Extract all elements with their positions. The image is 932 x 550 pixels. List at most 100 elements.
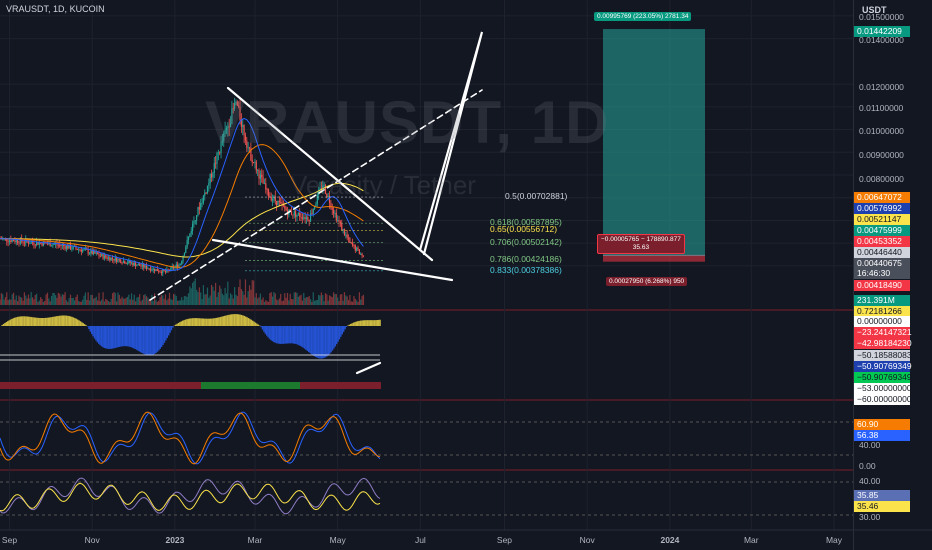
squeeze-cell bbox=[351, 382, 354, 389]
volume-bar bbox=[318, 294, 320, 305]
candle-body bbox=[60, 244, 62, 246]
squeeze-cell bbox=[228, 382, 231, 389]
volume-bar bbox=[308, 296, 310, 305]
squeeze-cell bbox=[171, 382, 174, 389]
momentum-bar bbox=[99, 326, 101, 346]
momentum-histogram bbox=[1, 314, 381, 359]
volume-bar bbox=[83, 295, 85, 305]
squeeze-cell bbox=[243, 382, 246, 389]
candle-body bbox=[11, 239, 13, 242]
candle-body bbox=[106, 257, 108, 259]
price-axis-tag: −50.90769349 bbox=[854, 372, 912, 383]
momentum-bar bbox=[57, 315, 59, 326]
volume-bar bbox=[109, 301, 111, 305]
momentum-bar bbox=[322, 326, 324, 359]
squeeze-cell bbox=[168, 382, 171, 389]
volume-bar bbox=[33, 299, 35, 305]
momentum-bar bbox=[127, 326, 129, 347]
chart-canvas[interactable] bbox=[0, 0, 932, 550]
momentum-bar bbox=[142, 326, 145, 354]
volume-bar bbox=[158, 300, 160, 305]
price-axis-tag: 0.01442209 bbox=[854, 26, 910, 37]
candle-body bbox=[170, 267, 172, 271]
momentum-bar bbox=[187, 318, 189, 326]
squeeze-cell bbox=[294, 382, 297, 389]
momentum-bar bbox=[358, 320, 360, 326]
volume-bar bbox=[156, 301, 158, 305]
volume-bar bbox=[56, 297, 58, 305]
candle-body bbox=[185, 247, 187, 253]
squeeze-cell bbox=[348, 382, 351, 389]
momentum-bar bbox=[232, 314, 234, 326]
volume-bar bbox=[353, 296, 355, 305]
price-axis-tag: 0.00647072 bbox=[854, 192, 910, 203]
volume-bar bbox=[97, 300, 99, 305]
momentum-bar bbox=[285, 326, 287, 344]
volume-bar bbox=[196, 289, 198, 305]
volume-bar bbox=[307, 297, 309, 305]
candle-body bbox=[265, 183, 267, 190]
squeeze-cell bbox=[177, 382, 180, 389]
volume-bar bbox=[266, 301, 268, 305]
volume-bar bbox=[204, 294, 206, 305]
momentum-bar bbox=[341, 326, 343, 335]
momentum-bar bbox=[229, 314, 231, 326]
momentum-bar bbox=[308, 326, 310, 353]
momentum-bar bbox=[242, 315, 244, 326]
candle-body bbox=[17, 239, 19, 243]
candle-body bbox=[304, 217, 306, 220]
candle-body bbox=[15, 239, 17, 242]
volume-bar bbox=[205, 294, 207, 305]
squeeze-cell bbox=[0, 382, 3, 389]
momentum-bar bbox=[375, 320, 377, 326]
volume-bar bbox=[197, 292, 199, 305]
momentum-bar bbox=[64, 315, 66, 326]
squeeze-strip bbox=[0, 382, 381, 389]
squeeze-cell bbox=[162, 382, 165, 389]
candle-body bbox=[353, 245, 355, 247]
fib-level-label: 0.706(0.00502142) bbox=[490, 236, 562, 247]
candle-body bbox=[338, 220, 340, 223]
candle-body bbox=[111, 257, 114, 259]
candle-body bbox=[280, 202, 282, 203]
volume-bar bbox=[120, 298, 122, 305]
volume-bar bbox=[94, 298, 96, 305]
price-axis-tag: −60.00000000 bbox=[854, 394, 912, 405]
volume-bar bbox=[323, 301, 325, 305]
price-axis-tag: 0.00521147 bbox=[854, 214, 910, 225]
time-axis-label: 2023 bbox=[165, 535, 185, 545]
squeeze-cell bbox=[147, 382, 150, 389]
momentum-bar bbox=[221, 316, 223, 326]
squeeze-cell bbox=[363, 382, 366, 389]
squeeze-cell bbox=[57, 382, 60, 389]
candle-body bbox=[349, 238, 351, 243]
volume-bar bbox=[60, 296, 62, 305]
squeeze-cell bbox=[153, 382, 156, 389]
candle-body bbox=[57, 244, 59, 246]
volume-bar bbox=[139, 294, 141, 305]
oscillator-trendline bbox=[355, 361, 382, 375]
candle-body bbox=[67, 245, 69, 249]
squeeze-cell bbox=[366, 382, 369, 389]
momentum-bar bbox=[131, 326, 133, 348]
candle-body bbox=[309, 213, 312, 222]
rsi-axis-label: 30.00 bbox=[859, 512, 881, 522]
candle-body bbox=[333, 209, 335, 214]
candle-body bbox=[200, 203, 202, 210]
volume-bar bbox=[290, 299, 293, 305]
price-axis-label: 0.01500000 bbox=[859, 12, 904, 22]
candle-body bbox=[183, 252, 186, 256]
candle-body bbox=[276, 201, 278, 206]
squeeze-cell bbox=[105, 382, 108, 389]
momentum-bar bbox=[298, 326, 300, 346]
volume-bar bbox=[29, 298, 31, 305]
volume-bar bbox=[128, 294, 130, 305]
volume-bar bbox=[179, 300, 181, 305]
momentum-bar bbox=[329, 326, 331, 354]
candle-body bbox=[204, 192, 206, 196]
momentum-bar bbox=[246, 317, 248, 326]
candle-body bbox=[88, 253, 91, 255]
volume-bar bbox=[55, 295, 57, 305]
momentum-bar bbox=[245, 316, 247, 326]
squeeze-cell bbox=[72, 382, 75, 389]
